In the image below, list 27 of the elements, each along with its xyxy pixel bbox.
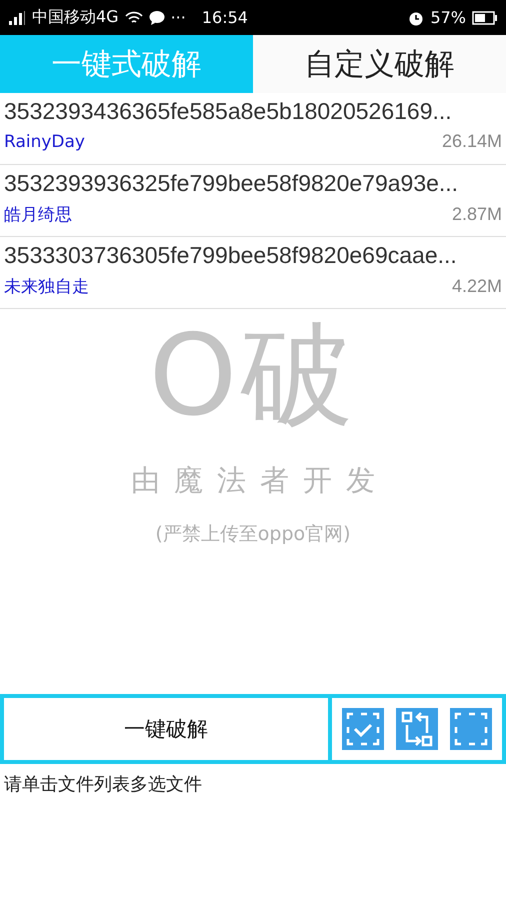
tab[interactable]: 自定义破解: [253, 35, 506, 93]
signal-icon: [8, 10, 26, 24]
developer-credit: 由魔法者开发: [130, 462, 389, 499]
tool-button[interactable]: [396, 708, 438, 750]
alarm-icon: [408, 10, 424, 26]
author-name: 皓月绮思: [4, 204, 72, 226]
clock-time: 16:54: [202, 8, 248, 27]
hint-text: 请单击文件列表多选文件: [3, 773, 203, 797]
tool-button[interactable]: [450, 708, 492, 750]
battery-icon: [472, 10, 498, 24]
battery-percent: 57%: [430, 8, 466, 27]
author-name: RainyDay: [4, 132, 85, 152]
file-name[interactable]: 3532393936325fe799bee58f9820e79a93e...: [4, 167, 502, 199]
app-logo: O破: [148, 311, 358, 441]
file-size: 4.22M: [452, 276, 502, 297]
file-size: 26.14M: [442, 131, 502, 152]
file-name[interactable]: 3532393436365fe585a8e5b18020526169...: [4, 95, 502, 127]
file-size: 2.87M: [452, 204, 502, 225]
tool-button[interactable]: [342, 708, 384, 750]
upload-notice: (严禁上传至oppo官网): [155, 522, 351, 547]
author-name: 未来独自走: [4, 276, 89, 298]
file-name[interactable]: 3533303736305fe799bee58f9820e69caae...: [4, 239, 502, 271]
chat-icon: [148, 10, 165, 26]
wifi-icon: [124, 10, 143, 24]
carrier-label: 中国移动4G: [32, 7, 119, 28]
more-notifications: ···: [170, 8, 186, 27]
crack-button[interactable]: 一键破解: [0, 694, 332, 764]
